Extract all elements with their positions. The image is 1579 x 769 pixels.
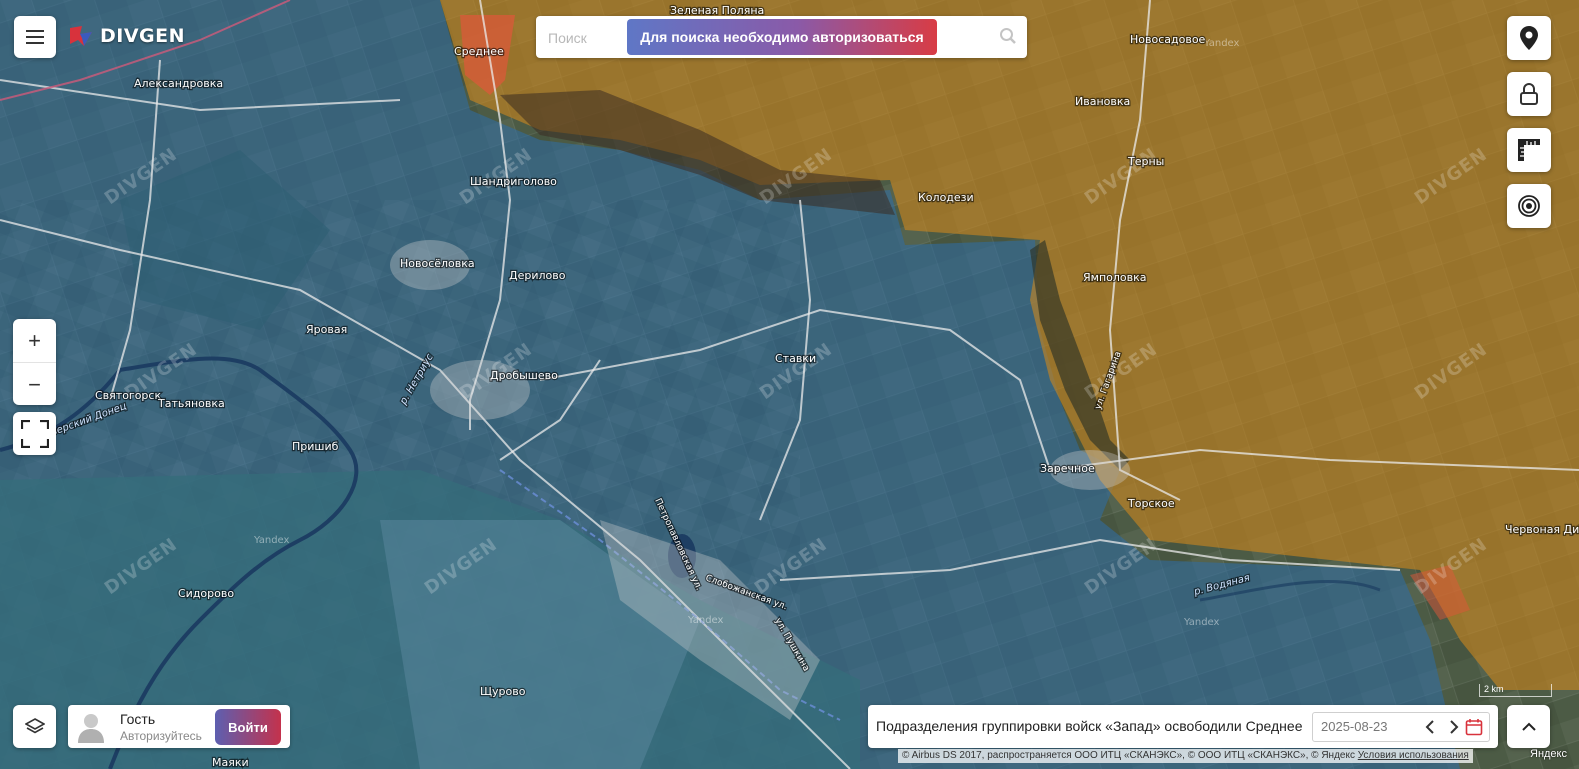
zoom-in-button[interactable]: + [13,319,56,362]
terms-link[interactable]: Условия использования [1358,750,1469,761]
ruler-button[interactable] [1507,128,1551,172]
place-label: Татьяновка [157,397,225,410]
lock-icon [1520,83,1538,105]
place-label: Ставки [775,352,816,365]
lock-button[interactable] [1507,72,1551,116]
layers-button[interactable] [13,705,56,748]
fullscreen-button[interactable] [13,412,56,455]
provider-watermark: Yandex [1183,617,1220,628]
place-label: Ивановка [1075,95,1130,108]
provider-watermark: Yandex [687,615,724,626]
user-card: Гость Авторизуйтесь Войти [68,705,290,748]
place-label: Святогорск [95,389,161,402]
zoom-control: + − [13,319,56,405]
place-label: Торское [1127,497,1175,510]
place-label: Новосёловка [400,257,475,270]
scale-label: 2 km [1484,684,1504,694]
calendar-icon[interactable] [1465,718,1483,736]
place-label: Сидорово [178,587,234,600]
ruler-icon [1518,139,1540,161]
provider-watermark: Yandex [1203,38,1240,49]
place-label: Заречное [1040,462,1095,475]
place-label: Александровка [134,77,223,90]
place-label: Червоная Диброва [1505,523,1579,536]
menu-button[interactable] [14,16,56,58]
provider-watermark: Yandex [253,535,290,546]
attribution-text: © Airbus DS 2017, распространяется ООО И… [902,750,1355,761]
place-label: Шандриголово [470,175,557,188]
collapse-panel-button[interactable] [1507,705,1550,748]
place-label: Среднее [454,45,504,58]
map-attribution: © Airbus DS 2017, распространяется ООО И… [898,749,1473,763]
location-pin-icon [1520,26,1538,50]
user-name: Гость [120,711,156,727]
place-label: Маяки [212,756,249,769]
yandex-logo: Яндекс [1530,748,1567,760]
divgen-logo-icon [70,26,92,46]
location-button[interactable] [1507,16,1551,60]
news-headline[interactable]: Подразделения группировки войск «Запад» … [876,718,1302,734]
hamburger-icon [26,30,44,44]
map-scale: 2 km [1479,684,1552,697]
zoom-out-button[interactable]: − [13,362,56,406]
place-label: Пришиб [292,440,339,453]
place-label: Терны [1127,155,1164,168]
news-bar: Подразделения группировки войск «Запад» … [868,705,1498,748]
map-canvas[interactable]: DIVGEN DIVGEN DIVGEN DIVGEN DIVGENDIVGEN DIVG… [0,0,1579,769]
avatar [78,714,104,743]
target-icon [1518,195,1540,217]
logo-text: DIVGEN [100,25,186,47]
fullscreen-icon [20,419,49,448]
user-subtitle: Авторизуйтесь [120,729,202,743]
place-label: Ямполовка [1083,271,1147,284]
target-button[interactable] [1507,184,1551,228]
logo[interactable]: DIVGEN [68,24,185,48]
chevron-left-icon[interactable] [1423,718,1439,736]
place-label: Новосадовое [1130,33,1206,46]
place-label: Яровая [306,323,347,336]
login-button[interactable]: Войти [215,709,281,745]
chevron-right-icon[interactable] [1445,718,1461,736]
search-auth-banner: Для поиска необходимо авторизоваться [627,19,937,55]
search-icon[interactable] [999,27,1017,45]
place-label: Щурово [480,685,526,698]
layers-icon [24,717,45,733]
place-label: Дробышево [490,369,558,382]
date-value[interactable]: 2025-08-23 [1321,719,1388,734]
place-label: Дерилово [509,269,566,282]
date-picker[interactable]: 2025-08-23 [1312,712,1490,742]
place-label: Колодези [918,191,974,204]
chevron-up-icon [1521,722,1536,731]
